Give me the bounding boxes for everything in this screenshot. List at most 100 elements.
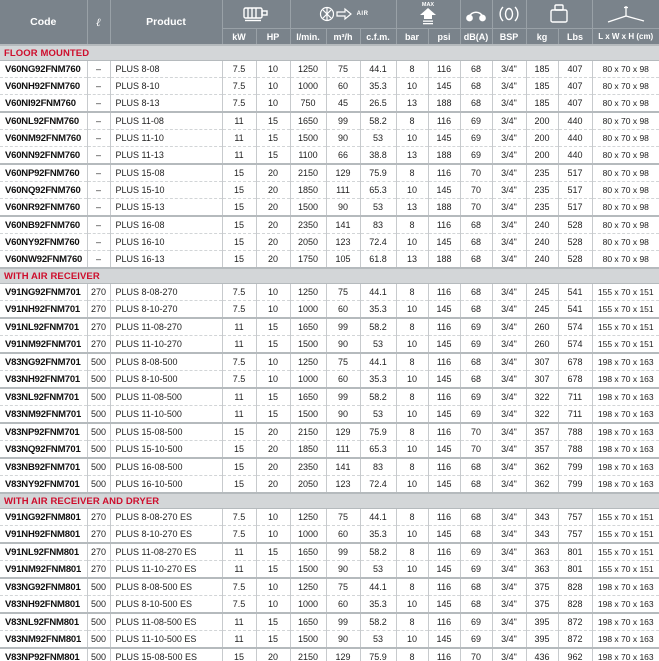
cell-kg: 307 xyxy=(525,352,558,371)
cell-code: V83NP92FNM701 xyxy=(0,422,87,441)
cell-product: PLUS 11-08-270 ES xyxy=(109,542,222,561)
cell-kw: 7.5 xyxy=(221,508,256,526)
cell-dims: 80 x 70 x 98 xyxy=(591,215,659,234)
cell-kg: 240 xyxy=(525,233,558,251)
cell-psi: 116 xyxy=(427,422,460,441)
cell-dba: 68 xyxy=(459,370,492,388)
cell-dba: 69 xyxy=(459,612,492,631)
cell-code: V60NG92FNM760 xyxy=(0,60,87,78)
cell-m3h: 105 xyxy=(325,250,360,268)
cell-psi: 145 xyxy=(427,630,460,648)
cell-product: PLUS 8-08-500 xyxy=(109,352,222,371)
air-screw-icon xyxy=(318,4,354,24)
cell-dims: 198 x 70 x 163 xyxy=(591,577,659,596)
cell-kw: 15 xyxy=(221,181,256,199)
cell-code: V83NG92FNM801 xyxy=(0,577,87,596)
cell-liters: 270 xyxy=(86,508,110,526)
pressure-group-header: MAX xyxy=(395,0,460,29)
cell-kw: 11 xyxy=(221,129,256,147)
cell-cfm: 35.3 xyxy=(359,77,396,95)
cell-product: PLUS 8-10 xyxy=(109,77,222,95)
cell-code: V83NL92FNM701 xyxy=(0,387,87,406)
cell-m3h: 111 xyxy=(325,181,360,199)
col-header-dims: L x W x H (cm) xyxy=(591,28,659,45)
cell-kw: 7.5 xyxy=(221,60,256,78)
cell-dims: 155 x 70 x 151 xyxy=(591,525,659,543)
air-label: AIR xyxy=(356,11,369,17)
cell-hp: 10 xyxy=(255,352,290,371)
cell-bar: 13 xyxy=(395,250,428,268)
cell-dba: 69 xyxy=(459,129,492,147)
cell-kg: 357 xyxy=(525,440,558,458)
cell-bar: 8 xyxy=(395,215,428,234)
cell-product: PLUS 15-13 xyxy=(109,198,222,216)
cell-dba: 69 xyxy=(459,560,492,578)
cell-dba: 68 xyxy=(459,215,492,234)
cell-bsp: 3/4" xyxy=(491,457,526,476)
cell-product: PLUS 15-08-500 xyxy=(109,422,222,441)
cell-bar: 10 xyxy=(395,181,428,199)
cell-cfm: 58.2 xyxy=(359,317,396,336)
cell-m3h: 129 xyxy=(325,422,360,441)
cell-kw: 7.5 xyxy=(221,283,256,301)
motor-group-header xyxy=(221,0,290,29)
cell-bsp: 3/4" xyxy=(491,475,526,493)
cell-code: V91NL92FNM801 xyxy=(0,542,87,561)
cell-liters: – xyxy=(86,215,110,234)
cell-kg: 240 xyxy=(525,215,558,234)
cell-product: PLUS 8-10-270 xyxy=(109,300,222,318)
cell-m3h: 90 xyxy=(325,335,360,353)
col-header-cfm: c.f.m. xyxy=(359,28,396,45)
cell-m3h: 60 xyxy=(325,77,360,95)
cell-lbs: 541 xyxy=(557,283,592,301)
cell-lbs: 801 xyxy=(557,542,592,561)
product-spec-table: Code ℓ Product AIR MAX kW HP l/min. m³/h… xyxy=(0,0,659,661)
cell-cfm: 72.4 xyxy=(359,475,396,493)
table-row: V91NH92FNM701 270 PLUS 8-10-270 7.5 10 1000 60… xyxy=(0,300,659,318)
cell-m3h: 60 xyxy=(325,525,360,543)
cell-dims: 198 x 70 x 163 xyxy=(591,612,659,631)
cell-dims: 155 x 70 x 151 xyxy=(591,508,659,526)
cell-bsp: 3/4" xyxy=(491,577,526,596)
cell-bsp: 3/4" xyxy=(491,440,526,458)
cell-psi: 116 xyxy=(427,647,460,661)
cell-psi: 145 xyxy=(427,129,460,147)
table-row: V91NH92FNM801 270 PLUS 8-10-270 ES 7.5 10 100… xyxy=(0,525,659,543)
cell-psi: 145 xyxy=(427,525,460,543)
cell-bsp: 3/4" xyxy=(491,198,526,216)
col-header-lmin: l/min. xyxy=(289,28,326,45)
cell-lmin: 1000 xyxy=(289,525,326,543)
cell-dba: 68 xyxy=(459,60,492,78)
cell-dims: 80 x 70 x 98 xyxy=(591,233,659,251)
cell-m3h: 129 xyxy=(325,163,360,182)
cell-dims: 198 x 70 x 163 xyxy=(591,405,659,423)
cell-liters: – xyxy=(86,60,110,78)
cell-lbs: 440 xyxy=(557,111,592,130)
cell-psi: 145 xyxy=(427,77,460,95)
cell-bar: 10 xyxy=(395,525,428,543)
cell-kg: 322 xyxy=(525,387,558,406)
cell-bar: 10 xyxy=(395,560,428,578)
cell-code: V60NH92FNM760 xyxy=(0,77,87,95)
cell-dims: 80 x 70 x 98 xyxy=(591,94,659,112)
cell-bar: 10 xyxy=(395,370,428,388)
cell-kw: 11 xyxy=(221,405,256,423)
cell-product: PLUS 11-10-500 xyxy=(109,405,222,423)
cell-cfm: 35.3 xyxy=(359,525,396,543)
cell-cfm: 26.5 xyxy=(359,94,396,112)
cell-m3h: 90 xyxy=(325,630,360,648)
cell-hp: 10 xyxy=(255,94,290,112)
table-row: V60NI92FNM760– PLUS 8-13 7.5 10 750 45 26.5 13 1… xyxy=(0,94,659,112)
cell-code: V91NG92FNM701 xyxy=(0,283,87,301)
cell-kw: 7.5 xyxy=(221,595,256,613)
cell-kg: 185 xyxy=(525,94,558,112)
table-row: V91NG92FNM701 270 PLUS 8-08-270 7.5 10 1250 75… xyxy=(0,283,659,301)
cell-dims: 80 x 70 x 98 xyxy=(591,250,659,268)
table-row: V60NG92FNM760– PLUS 8-08 7.5 10 1250 75 44.1 8 1… xyxy=(0,60,659,78)
cell-lbs: 872 xyxy=(557,630,592,648)
cell-lmin: 2150 xyxy=(289,647,326,661)
cell-m3h: 75 xyxy=(325,352,360,371)
cell-lmin: 1650 xyxy=(289,387,326,406)
cell-bsp: 3/4" xyxy=(491,129,526,147)
cell-liters: 500 xyxy=(86,352,110,371)
